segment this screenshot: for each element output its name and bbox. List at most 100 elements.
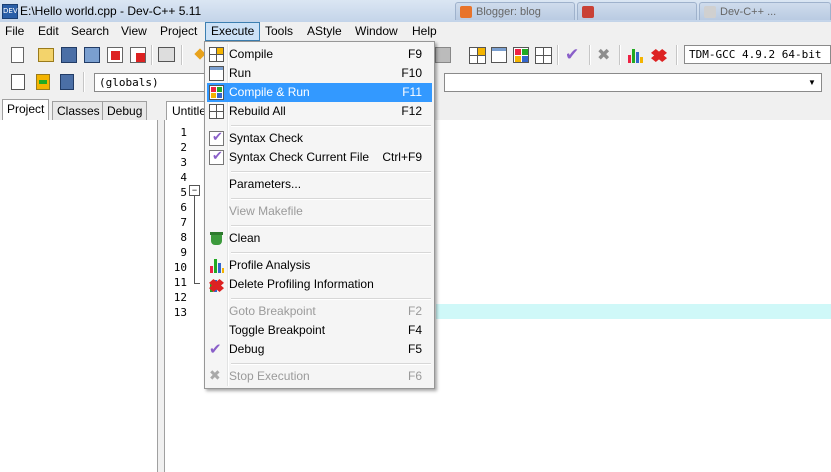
menu-separator: [231, 225, 431, 227]
delete-profile-icon: [209, 277, 224, 292]
toolbar-separator: [557, 45, 559, 65]
menu-item-parameters[interactable]: Parameters...: [207, 175, 432, 194]
menu-item-syntax-check[interactable]: ✔ Syntax Check: [207, 129, 432, 148]
close-file-icon[interactable]: [107, 47, 123, 63]
line-number: 7: [180, 216, 187, 229]
toolbar-separator: [619, 45, 621, 65]
menu-separator: [231, 298, 431, 300]
insert-icon[interactable]: [11, 74, 25, 90]
open-folder-icon[interactable]: [38, 48, 54, 62]
menu-item-delete-profiling-information[interactable]: Delete Profiling Information: [207, 275, 432, 294]
mail-icon: [582, 6, 594, 18]
line-number: 4: [180, 171, 187, 184]
window-title: E:\Hello world.cpp - Dev-C++ 5.11: [20, 4, 202, 18]
menu-project[interactable]: Project: [155, 22, 202, 41]
new-file-icon[interactable]: [11, 47, 24, 63]
compile-icon: [209, 47, 224, 62]
profile-icon: [209, 258, 224, 273]
delete-profile-icon[interactable]: [651, 47, 668, 63]
rebuild-icon: [209, 104, 224, 119]
menu-item-toggle-breakpoint[interactable]: Toggle Breakpoint F4: [207, 321, 432, 340]
syntax-check-icon: ✔: [209, 130, 224, 146]
syntax-check-file-icon: ✔: [209, 149, 224, 165]
toolbar-hidden-button[interactable]: [435, 47, 451, 63]
print-icon[interactable]: [158, 47, 175, 62]
menu-separator: [231, 198, 431, 200]
line-number-gutter: 1 2 3 4 5 6 7 8 9 10 11 12 13: [164, 120, 193, 472]
menu-astyle[interactable]: AStyle: [302, 22, 347, 41]
close-all-icon[interactable]: [130, 47, 146, 63]
line-number: 3: [180, 156, 187, 169]
line-number: 6: [180, 201, 187, 214]
menu-search[interactable]: Search: [66, 22, 114, 41]
menu-item-debug[interactable]: ✔ Debug F5: [207, 340, 432, 359]
browser-tab[interactable]: Dev-C++ ...: [699, 2, 831, 20]
fold-line: [194, 196, 195, 284]
debug-check-icon[interactable]: ✔: [565, 46, 583, 64]
menu-view[interactable]: View: [116, 22, 152, 41]
stop-icon: ✖: [209, 368, 221, 384]
toolbar-separator: [589, 45, 591, 65]
line-number: 1: [180, 126, 187, 139]
menu-item-run[interactable]: Run F10: [207, 64, 432, 83]
run-icon[interactable]: [491, 47, 507, 63]
clean-icon: [209, 231, 224, 246]
toolbar-separator: [151, 45, 153, 65]
toolbar-separator: [83, 72, 85, 92]
compile-icon[interactable]: [469, 47, 486, 64]
menu-separator: [231, 171, 431, 173]
menu-tools[interactable]: Tools: [260, 22, 298, 41]
title-bar: DEV E:\Hello world.cpp - Dev-C++ 5.11 Bl…: [0, 0, 831, 23]
execute-menu: Compile F9 Run F10 Compile & Run F11 Reb…: [204, 41, 435, 389]
tab-classes[interactable]: Classes: [52, 101, 105, 120]
menu-edit[interactable]: Edit: [33, 22, 64, 41]
bookmark-icon[interactable]: [60, 74, 74, 90]
line-number: 9: [180, 246, 187, 259]
line-number: 10: [173, 261, 187, 274]
page-icon: [704, 6, 716, 18]
save-icon[interactable]: [61, 47, 77, 63]
compile-run-icon: [209, 85, 224, 100]
debug-check-icon: ✔: [209, 340, 222, 358]
menu-window[interactable]: Window: [350, 22, 403, 41]
chevron-down-icon[interactable]: ▼: [805, 75, 819, 90]
menu-help[interactable]: Help: [407, 22, 442, 41]
menu-item-profile-analysis[interactable]: Profile Analysis: [207, 256, 432, 275]
browser-tab[interactable]: Blogger: blog: [455, 2, 575, 20]
compiler-select[interactable]: TDM-GCC 4.9.2 64-bit: [684, 45, 831, 64]
project-browser-panel[interactable]: [0, 120, 158, 472]
compile-run-icon[interactable]: [513, 47, 529, 63]
menu-item-stop-execution: ✖ Stop Execution F6: [209, 368, 422, 384]
menu-item-compile[interactable]: Compile F9: [207, 45, 432, 64]
rebuild-icon[interactable]: [535, 47, 552, 64]
menu-file[interactable]: File: [0, 22, 29, 41]
profile-icon[interactable]: [627, 47, 644, 63]
menu-separator: [231, 252, 431, 254]
browser-tab[interactable]: [577, 2, 697, 20]
stop-icon[interactable]: ✖: [597, 46, 615, 64]
menu-separator: [231, 363, 431, 365]
devcpp-app-icon: DEV: [2, 4, 18, 19]
tab-project[interactable]: Project: [2, 99, 50, 120]
line-number: 5: [180, 186, 187, 199]
tab-debug[interactable]: Debug: [102, 101, 148, 120]
blogger-icon: [460, 6, 472, 18]
menu-item-goto-breakpoint: Goto Breakpoint F2: [229, 304, 422, 318]
menu-item-view-makefile: View Makefile: [229, 204, 303, 218]
goto-icon[interactable]: [36, 74, 50, 90]
menu-item-rebuild-all[interactable]: Rebuild All F12: [207, 102, 432, 121]
line-number: 2: [180, 141, 187, 154]
current-line-highlight: [436, 304, 831, 319]
menu-item-compile-and-run[interactable]: Compile & Run F11: [207, 83, 432, 102]
members-select[interactable]: ▼: [444, 73, 822, 92]
line-number: 8: [180, 231, 187, 244]
left-panel-tabs: Project Classes Debug: [0, 99, 160, 120]
fold-collapse-icon[interactable]: −: [189, 185, 200, 196]
menu-bar: File Edit Search View Project Execute To…: [0, 22, 831, 41]
menu-execute[interactable]: Execute: [205, 22, 261, 41]
toolbar-separator: [676, 45, 678, 65]
menu-item-clean[interactable]: Clean: [207, 229, 432, 248]
menu-item-syntax-check-current-file[interactable]: ✔ Syntax Check Current File Ctrl+F9: [207, 148, 432, 167]
save-all-icon[interactable]: [84, 47, 100, 63]
line-number: 12: [173, 291, 187, 304]
